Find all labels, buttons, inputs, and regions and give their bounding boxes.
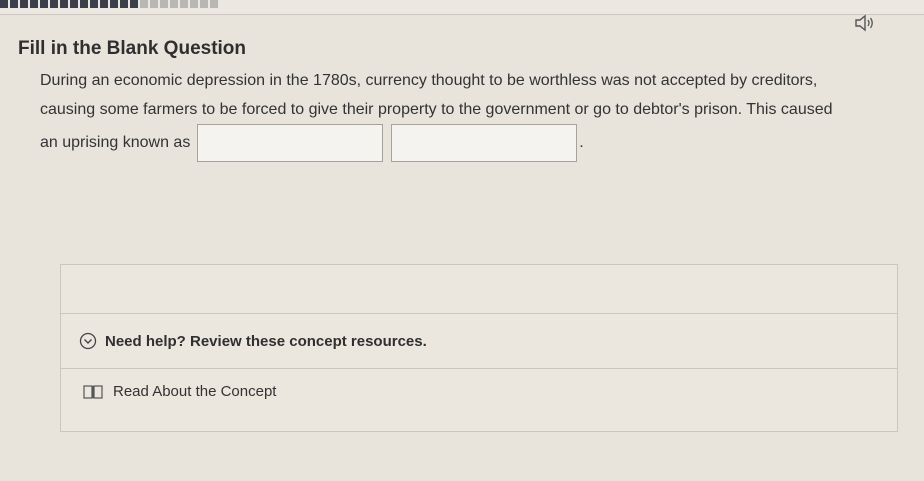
question-text: During an economic depression in the 178… — [40, 66, 850, 162]
progress-segment-pending — [140, 0, 148, 8]
progress-segments — [0, 0, 218, 8]
speaker-icon[interactable] — [854, 14, 876, 32]
question-page: Fill in the Blank Question During an eco… — [0, 0, 924, 481]
resource-label: Read About the Concept — [113, 383, 277, 400]
progress-segment-complete — [40, 0, 48, 8]
progress-segment-pending — [170, 0, 178, 8]
progress-segment-pending — [210, 0, 218, 8]
book-icon — [83, 384, 103, 399]
progress-segment-complete — [50, 0, 58, 8]
progress-segment-complete — [80, 0, 88, 8]
question-period: . — [579, 134, 584, 152]
progress-segment-pending — [200, 0, 208, 8]
progress-segment-complete — [60, 0, 68, 8]
progress-segment-complete — [20, 0, 28, 8]
progress-bar — [0, 0, 924, 15]
question-type-title: Fill in the Blank Question — [18, 38, 247, 59]
progress-segment-complete — [70, 0, 78, 8]
progress-segment-complete — [100, 0, 108, 8]
chevron-circle-icon — [79, 332, 97, 350]
resource-read-about-concept[interactable]: Read About the Concept — [83, 383, 276, 400]
progress-segment-pending — [160, 0, 168, 8]
progress-segment-complete — [120, 0, 128, 8]
help-toggle-label: Need help? Review these concept resource… — [105, 332, 427, 350]
progress-segment-pending — [190, 0, 198, 8]
progress-segment-pending — [150, 0, 158, 8]
answer-blank-2[interactable] — [391, 124, 578, 162]
progress-segment-complete — [110, 0, 118, 8]
answer-blank-1[interactable] — [196, 124, 383, 162]
help-toggle[interactable]: Need help? Review these concept resource… — [61, 313, 897, 369]
concept-resources-panel: Need help? Review these concept resource… — [60, 264, 898, 432]
progress-segment-complete — [130, 0, 138, 8]
progress-segment-pending — [180, 0, 188, 8]
progress-segment-complete — [90, 0, 98, 8]
progress-segment-complete — [30, 0, 38, 8]
progress-segment-complete — [10, 0, 18, 8]
progress-segment-complete — [0, 0, 8, 8]
